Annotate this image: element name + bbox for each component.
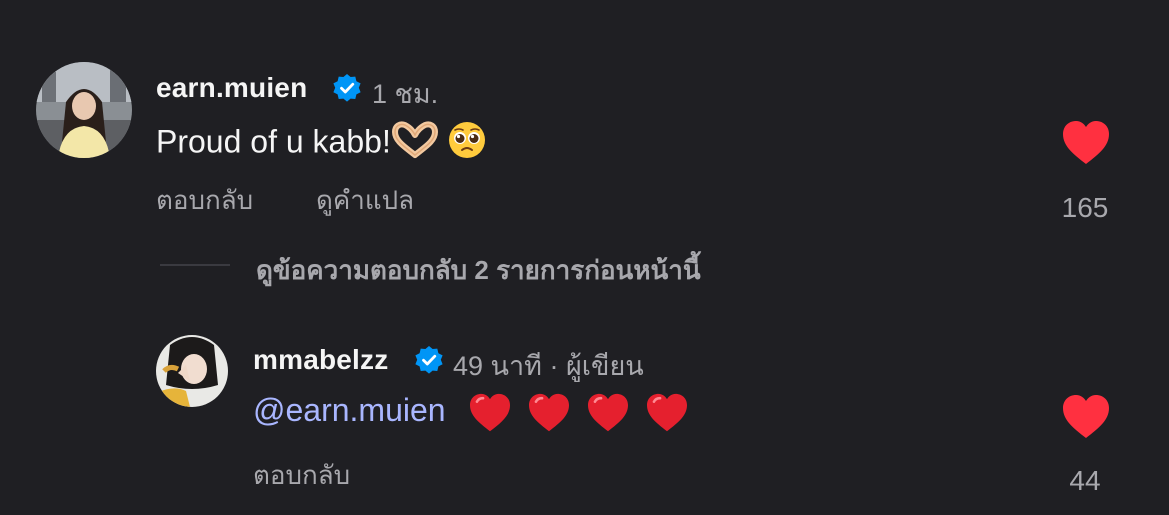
- reply-avatar[interactable]: [156, 335, 228, 407]
- verified-badge-icon: [415, 346, 443, 374]
- reply-button[interactable]: ตอบกลับ: [156, 180, 253, 221]
- reply-button[interactable]: ตอบกลับ: [253, 455, 350, 496]
- comment-text: Proud of u kabb!: [156, 120, 487, 168]
- like-heart-icon[interactable]: [1061, 394, 1111, 440]
- comments-screen: earn.muien 1 ชม. Proud of u kabb! ตอบกลั…: [0, 0, 1169, 515]
- comment-body: Proud of u kabb!: [156, 123, 391, 160]
- translate-button[interactable]: ดูคำแปล: [316, 180, 414, 221]
- reply-text: @earn.muien: [253, 392, 689, 433]
- replies-divider: [160, 264, 230, 266]
- like-heart-icon[interactable]: [1061, 120, 1111, 166]
- mention-link[interactable]: @earn.muien: [253, 392, 446, 428]
- comment-username[interactable]: earn.muien: [156, 72, 307, 104]
- reply-username[interactable]: mmabelzz: [253, 344, 388, 376]
- avatar[interactable]: [36, 62, 132, 158]
- reply-timestamp-author: 49 นาที · ผู้เขียน: [453, 351, 644, 381]
- verified-badge-icon: [333, 74, 361, 102]
- like-count: 44: [1069, 465, 1101, 496]
- red-hearts-emoji-icon: [468, 392, 689, 431]
- like-count: 165: [1061, 192, 1109, 223]
- comment-timestamp: 1 ชม.: [372, 79, 439, 109]
- view-previous-replies-button[interactable]: ดูข้อความตอบกลับ 2 รายการก่อนหน้านี้: [256, 250, 701, 291]
- heart-hands-emoji-icon: [391, 121, 439, 167]
- pleading-face-emoji-icon: [447, 120, 487, 168]
